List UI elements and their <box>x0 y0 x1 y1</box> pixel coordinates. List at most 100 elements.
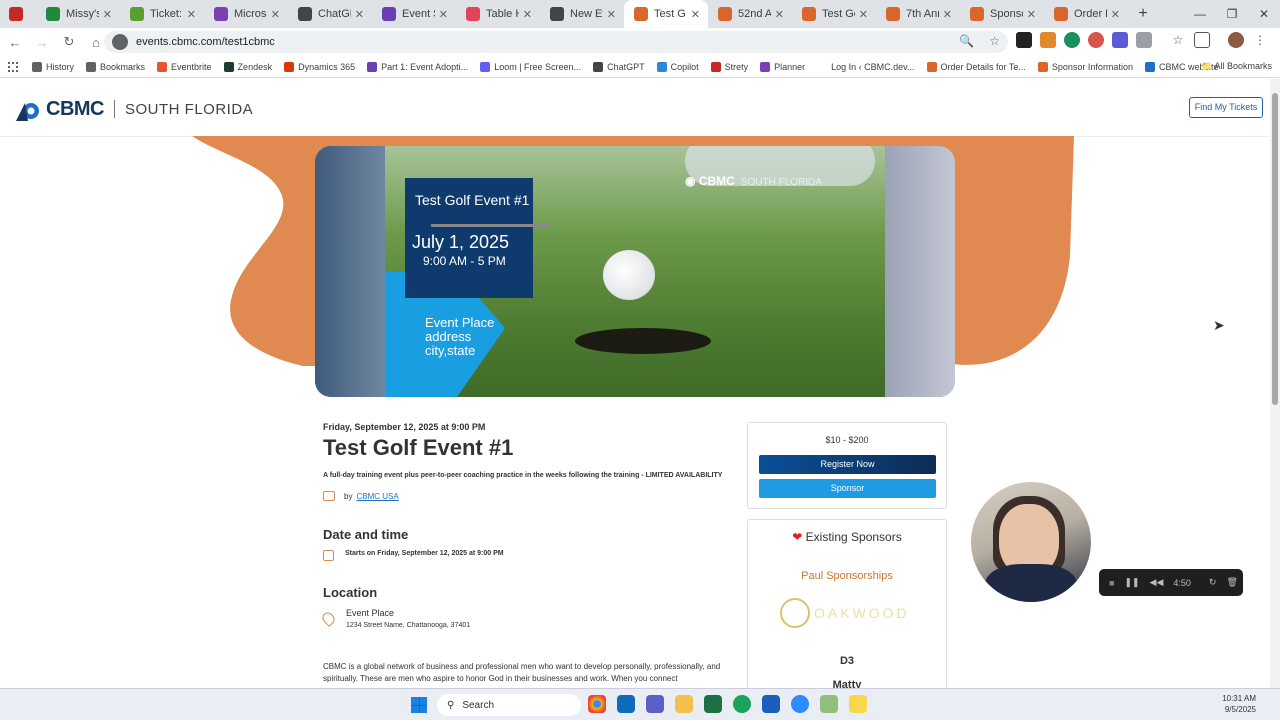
browser-tab[interactable]: Sponsor In ✕ <box>960 0 1044 28</box>
pause-icon[interactable]: ❚❚ <box>1124 577 1139 588</box>
browser-tab[interactable]: Event Solu ✕ <box>372 0 456 28</box>
find-my-tickets-button[interactable]: Find My Tickets <box>1189 97 1263 118</box>
side-panel-icon[interactable] <box>1194 32 1210 48</box>
outlook-icon[interactable] <box>617 695 635 713</box>
bookmark-item[interactable]: Strety <box>710 61 748 72</box>
apps-icon[interactable] <box>8 61 18 72</box>
restore-icon[interactable]: ❐ <box>1216 0 1248 28</box>
bookmark-item[interactable]: Planner <box>760 61 805 72</box>
browser-tab[interactable]: Table Host ✕ <box>456 0 540 28</box>
tab-close-icon[interactable]: ✕ <box>691 8 700 21</box>
sponsor-button[interactable]: Sponsor <box>759 479 936 498</box>
browser-tab[interactable] <box>0 0 36 28</box>
tab-close-icon[interactable]: ✕ <box>439 8 448 21</box>
profile-avatar[interactable] <box>1228 32 1244 48</box>
register-now-button[interactable]: Register Now <box>759 455 936 474</box>
bookmark-star-icon[interactable]: ☆ <box>989 34 1000 48</box>
cbmc-logo[interactable]: CBMC SOUTH FLORIDA <box>16 97 253 121</box>
reload-icon[interactable]: ↻ <box>57 34 81 50</box>
forward-icon[interactable]: → <box>30 35 54 50</box>
tab-close-icon[interactable]: ✕ <box>271 8 280 21</box>
webcam-bubble[interactable] <box>971 482 1091 602</box>
extension-icon[interactable] <box>1112 32 1128 48</box>
browser-tab[interactable]: ChatGPT ✕ <box>288 0 372 28</box>
chrome-icon[interactable] <box>588 695 606 713</box>
teams-icon[interactable] <box>646 695 664 713</box>
bookmark-item[interactable]: Eventbrite <box>157 61 212 72</box>
browser-tab[interactable]: New Even ✕ <box>540 0 624 28</box>
bookmark-item[interactable]: Order Details for Te... <box>926 61 1026 72</box>
edge-icon[interactable] <box>733 695 751 713</box>
extensions-puzzle-icon[interactable] <box>1136 32 1152 48</box>
tab-close-icon[interactable]: ✕ <box>1111 8 1120 21</box>
zoom-icon[interactable] <box>791 695 809 713</box>
bookmark-item[interactable]: Dynamics 365 <box>284 61 356 72</box>
bookmark-item[interactable]: Loom | Free Screen... <box>480 61 581 72</box>
rewind-icon[interactable]: ◀◀ <box>1150 577 1164 588</box>
restart-icon[interactable]: ↻ <box>1209 577 1217 588</box>
hero-left-panel <box>315 146 385 397</box>
scrollbar-thumb[interactable] <box>1272 93 1278 405</box>
tab-close-icon[interactable]: ✕ <box>523 8 532 21</box>
file-explorer-icon[interactable] <box>675 695 693 713</box>
bookmark-item[interactable]: ChatGPT <box>593 61 645 72</box>
new-tab-button[interactable]: + <box>1128 5 1158 23</box>
trash-icon[interactable]: 🗑 <box>1226 577 1237 588</box>
excel-icon[interactable] <box>704 695 722 713</box>
bookmark-item[interactable]: Log In ‹ CBMC.dev... <box>817 61 915 72</box>
word-icon[interactable] <box>762 695 780 713</box>
stop-icon[interactable]: ■ <box>1109 578 1114 588</box>
tab-close-icon[interactable]: ✕ <box>943 8 952 21</box>
browser-tab[interactable]: Microsoft ✕ <box>204 0 288 28</box>
hero-place-line2: address <box>425 329 472 344</box>
bookmark-label: Dynamics 365 <box>298 61 356 72</box>
browser-tab[interactable]: 52nd Annu ✕ <box>708 0 792 28</box>
snipping-tool-icon[interactable] <box>820 695 838 713</box>
site-info-icon[interactable] <box>112 34 128 50</box>
organizer-link[interactable]: CBMC USA <box>356 492 398 501</box>
bookmark-item[interactable]: Part 1: Event Adopti... <box>367 61 468 72</box>
extension-icon[interactable] <box>1064 32 1080 48</box>
close-window-icon[interactable]: ✕ <box>1248 0 1280 28</box>
taskbar-clock[interactable]: 10:31 AM 9/5/2025 <box>1222 693 1256 715</box>
extension-icon[interactable] <box>1088 32 1104 48</box>
bookmark-item[interactable]: History <box>32 61 74 72</box>
browser-tab[interactable]: Test G ✕ <box>624 0 708 28</box>
tab-close-icon[interactable]: ✕ <box>355 8 364 21</box>
zoom-icon[interactable]: 🔍 <box>959 34 974 48</box>
taskbar-search[interactable]: ⚲ Search <box>437 694 581 716</box>
tab-close-icon[interactable]: ✕ <box>1027 8 1036 21</box>
all-bookmarks[interactable]: 📁 All Bookmarks <box>1201 61 1272 72</box>
logo-region: SOUTH FLORIDA <box>125 100 254 118</box>
back-icon[interactable]: ← <box>3 35 27 50</box>
menu-icon[interactable]: ⋮ <box>1252 32 1268 48</box>
oakwood-logo[interactable]: OAKWOOD <box>780 598 920 628</box>
tab-close-icon[interactable]: ✕ <box>607 8 616 21</box>
extension-icon[interactable] <box>1016 32 1032 48</box>
bookmark-item[interactable]: Sponsor Information <box>1037 61 1133 72</box>
page-scrollbar[interactable] <box>1270 79 1280 688</box>
windows-start-icon[interactable] <box>411 697 427 713</box>
tab-favicon-icon <box>298 7 312 21</box>
browser-tab[interactable]: Ticket: FW ✕ <box>120 0 204 28</box>
tab-close-icon[interactable]: ✕ <box>775 8 784 21</box>
extension-icon[interactable] <box>1040 32 1056 48</box>
tab-close-icon[interactable]: ✕ <box>859 8 868 21</box>
address-bar[interactable]: events.cbmc.com/test1cbmc 🔍 ☆ <box>104 31 1008 53</box>
bookmark-item[interactable]: Copilot <box>656 61 699 72</box>
sticky-notes-icon[interactable] <box>849 695 867 713</box>
bookmark-item[interactable]: Zendesk <box>223 61 272 72</box>
browser-tab[interactable]: Missy's Da ✕ <box>36 0 120 28</box>
browser-tab[interactable]: 7th Annua ✕ <box>876 0 960 28</box>
hero-card-title: Test Golf Event #1 <box>415 192 530 208</box>
minimize-icon[interactable]: — <box>1184 0 1216 28</box>
tab-label: Microsoft <box>234 8 267 20</box>
bookmark-item[interactable]: Bookmarks <box>86 61 145 72</box>
browser-tab[interactable]: Order Deta ✕ <box>1044 0 1128 28</box>
sponsor-name-1[interactable]: Paul Sponsorships <box>748 570 946 582</box>
tab-close-icon[interactable]: ✕ <box>187 8 196 21</box>
tab-close-icon[interactable]: ✕ <box>103 8 112 21</box>
browser-tab[interactable]: Test Golf E ✕ <box>792 0 876 28</box>
bookmarks-icon[interactable]: ☆ <box>1170 32 1186 48</box>
sponsor-name-2: D3 <box>839 655 855 667</box>
